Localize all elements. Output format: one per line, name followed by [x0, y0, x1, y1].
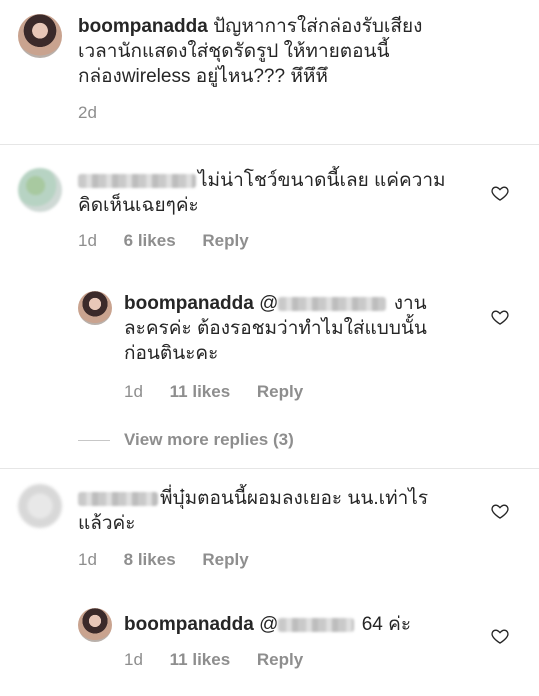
reply-button[interactable]: Reply [202, 550, 248, 569]
caption-time: 2d [78, 103, 97, 122]
likes-count[interactable]: 8 likes [124, 550, 176, 569]
avatar[interactable] [18, 14, 62, 58]
heart-outline-icon[interactable] [490, 183, 510, 203]
view-more-label: View more replies (3) [124, 430, 294, 449]
heart-outline-icon[interactable] [490, 626, 510, 646]
reply-username[interactable]: boompanadda [124, 293, 254, 314]
reply-button[interactable]: Reply [257, 382, 303, 401]
likes-count[interactable]: 11 likes [170, 382, 231, 401]
reply-text-line1: 64 ค่ะ [356, 614, 412, 635]
comment-time: 1d [78, 550, 97, 569]
caption-username[interactable]: boompanadda [78, 16, 208, 37]
reply-time: 1d [124, 650, 143, 669]
heart-outline-icon[interactable] [490, 501, 510, 521]
reply-time: 1d [124, 382, 143, 401]
comment-time: 1d [78, 231, 97, 250]
caption-text-line1: ปัญหาการใส่กล่องรับเสียง [207, 16, 423, 37]
reply-username[interactable]: boompanadda [124, 614, 254, 635]
comment-text-line2: คิดเห็นเฉยๆค่ะ [78, 195, 199, 216]
avatar[interactable] [18, 168, 62, 212]
heart-outline-icon[interactable] [490, 307, 510, 327]
reply-text-line2: ละครค่ะ ต้องรอชมว่าทำไมใส่แบบนั้น [124, 318, 427, 339]
reply-button[interactable]: Reply [257, 650, 303, 669]
blurred-mention [278, 617, 355, 632]
avatar[interactable] [78, 291, 112, 325]
divider [0, 468, 539, 469]
divider [0, 144, 539, 145]
view-more-replies-button[interactable]: View more replies (3) [78, 430, 294, 450]
mention-prefix[interactable]: @ [259, 614, 278, 635]
reply-text-line3: ก่อนตินะคะ [124, 343, 219, 364]
comment-text-line2: แล้วค่ะ [78, 513, 136, 534]
blurred-username [78, 173, 196, 188]
view-more-line [78, 439, 110, 441]
likes-count[interactable]: 6 likes [124, 231, 176, 250]
blurred-username [78, 491, 158, 506]
reply-button[interactable]: Reply [202, 231, 248, 250]
reply-text-line1: งาน [388, 293, 427, 314]
avatar[interactable] [18, 484, 62, 528]
caption-text-line3: กล่องwireless อยู่ไหน??? หึหึหึ [78, 66, 328, 87]
comment-text-line1: พี่บุ๋มตอนนี้ผอมลงเยอะ นน.เท่าไร [160, 488, 429, 509]
mention-prefix[interactable]: @ [259, 293, 278, 314]
avatar[interactable] [78, 608, 112, 642]
comment-text-line1: ไม่น่าโชว์ขนาดนี้เลย แค่ความ [198, 170, 446, 191]
likes-count[interactable]: 11 likes [170, 650, 231, 669]
blurred-mention [278, 296, 387, 311]
caption-text-line2: เวลานักแสดงใส่ชุดรัดรูป ให้ทายตอนนี้ [78, 41, 390, 62]
